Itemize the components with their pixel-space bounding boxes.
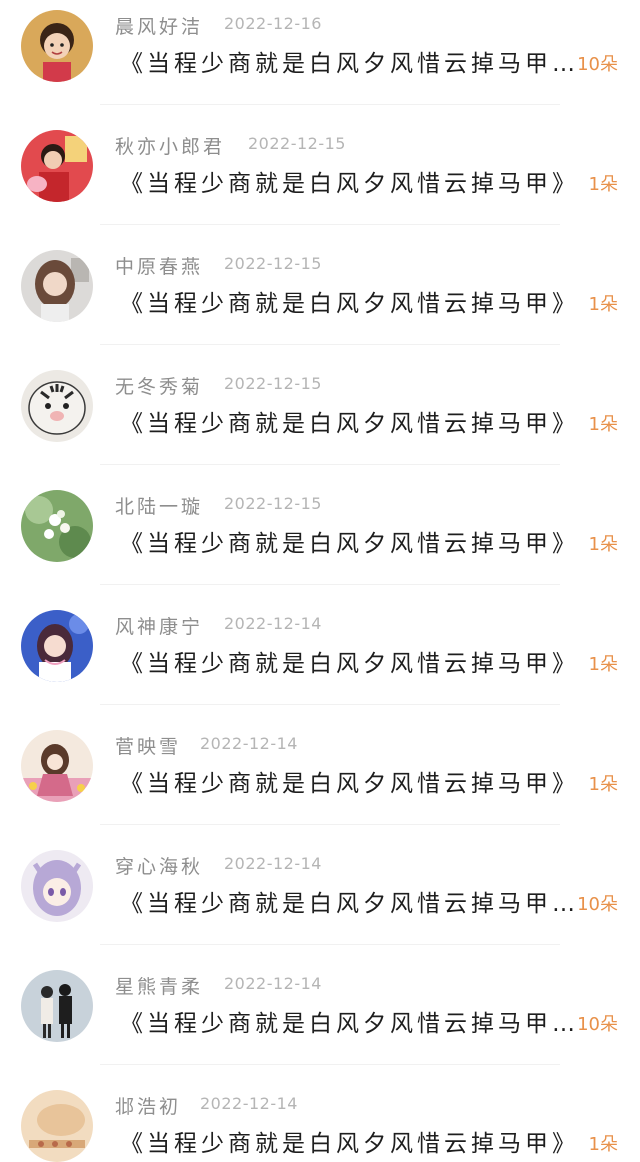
- list-item[interactable]: 星熊青柔 2022-12-14 《当程少商就是白风夕风惜云掉马甲… 10朵: [0, 960, 640, 1080]
- avatar-child-girl-image: [21, 10, 93, 82]
- record-date: 2022-12-15: [224, 254, 322, 273]
- row-divider: [100, 464, 560, 465]
- row-divider: [100, 1064, 560, 1065]
- list-item[interactable]: 风神康宁 2022-12-14 《当程少商就是白风夕风惜云掉马甲》 1朵: [0, 600, 640, 720]
- user-name: 风神康宁: [115, 616, 204, 638]
- record-date: 2022-12-14: [224, 974, 322, 993]
- list-item[interactable]: 无冬秀菊 2022-12-15 《当程少商就是白风夕风惜云掉马甲》 1朵: [0, 360, 640, 480]
- user-name: 晨风好洁: [115, 16, 204, 38]
- row-divider: [100, 704, 560, 705]
- novel-title[interactable]: 《当程少商就是白风夕风惜云掉马甲》: [120, 644, 578, 678]
- flower-count: 1朵: [588, 534, 618, 555]
- avatar[interactable]: [21, 850, 93, 922]
- row-divider: [100, 824, 560, 825]
- flower-count: 1朵: [588, 174, 618, 195]
- record-date: 2022-12-15: [224, 494, 322, 513]
- avatar-warm-illustration-image: [21, 1090, 93, 1162]
- avatar[interactable]: [21, 370, 93, 442]
- user-name: 北陆一璇: [115, 496, 204, 518]
- novel-title[interactable]: 《当程少商就是白风夕风惜云掉马甲》: [120, 764, 578, 798]
- avatar[interactable]: [21, 730, 93, 802]
- list-item[interactable]: 中原春燕 2022-12-15 《当程少商就是白风夕风惜云掉马甲》 1朵: [0, 240, 640, 360]
- flower-count: 10朵: [577, 1014, 618, 1035]
- user-name: 邶浩初: [115, 1096, 182, 1118]
- avatar[interactable]: [21, 130, 93, 202]
- record-date: 2022-12-14: [224, 614, 322, 633]
- novel-title[interactable]: 《当程少商就是白风夕风惜云掉马甲》: [120, 164, 578, 198]
- avatar[interactable]: [21, 970, 93, 1042]
- novel-title[interactable]: 《当程少商就是白风夕风惜云掉马甲》: [120, 1124, 578, 1158]
- list-item[interactable]: 穿心海秋 2022-12-14 《当程少商就是白风夕风惜云掉马甲… 10朵: [0, 840, 640, 960]
- row-divider: [100, 224, 560, 225]
- user-name: 菅映雪: [115, 736, 182, 758]
- avatar[interactable]: [21, 490, 93, 562]
- avatar-tiger-image: [21, 370, 93, 442]
- novel-title[interactable]: 《当程少商就是白风夕风惜云掉马甲》: [120, 524, 578, 558]
- avatar-woman-red-image: [21, 130, 93, 202]
- avatar[interactable]: [21, 10, 93, 82]
- list-item[interactable]: 菅映雪 2022-12-14 《当程少商就是白风夕风惜云掉马甲》 1朵: [0, 720, 640, 840]
- avatar-girl-grey-image: [21, 250, 93, 322]
- flower-count: 1朵: [588, 654, 618, 675]
- row-divider: [100, 344, 560, 345]
- user-name: 无冬秀菊: [115, 376, 204, 398]
- flower-count: 1朵: [588, 1134, 618, 1155]
- avatar-couple-image: [21, 970, 93, 1042]
- novel-title[interactable]: 《当程少商就是白风夕风惜云掉马甲…: [120, 1004, 578, 1038]
- novel-title[interactable]: 《当程少商就是白风夕风惜云掉马甲》: [120, 284, 578, 318]
- avatar[interactable]: [21, 610, 93, 682]
- list-item[interactable]: 北陆一璇 2022-12-15 《当程少商就是白风夕风惜云掉马甲》 1朵: [0, 480, 640, 600]
- flower-count: 10朵: [577, 894, 618, 915]
- avatar-white-flowers-image: [21, 490, 93, 562]
- user-name: 星熊青柔: [115, 976, 204, 998]
- user-name: 穿心海秋: [115, 856, 204, 878]
- avatar-anime-lavender-hair-image: [21, 850, 93, 922]
- row-divider: [100, 944, 560, 945]
- flower-count: 10朵: [577, 54, 618, 75]
- flower-count: 1朵: [588, 414, 618, 435]
- user-name: 中原春燕: [115, 256, 204, 278]
- list-item[interactable]: 晨风好洁 2022-12-16 《当程少商就是白风夕风惜云掉马甲… 10朵: [0, 0, 640, 120]
- novel-title[interactable]: 《当程少商就是白风夕风惜云掉马甲…: [120, 884, 578, 918]
- record-date: 2022-12-15: [224, 374, 322, 393]
- user-name: 秋亦小郎君: [115, 136, 226, 158]
- novel-title[interactable]: 《当程少商就是白风夕风惜云掉马甲》: [120, 404, 578, 438]
- novel-title[interactable]: 《当程少商就是白风夕风惜云掉马甲…: [120, 44, 578, 78]
- record-date: 2022-12-16: [224, 14, 322, 33]
- record-date: 2022-12-14: [200, 734, 298, 753]
- gift-record-list: 晨风好洁 2022-12-16 《当程少商就是白风夕风惜云掉马甲… 10朵 秋亦…: [0, 0, 640, 1162]
- flower-count: 1朵: [588, 294, 618, 315]
- list-item[interactable]: 秋亦小郎君 2022-12-15 《当程少商就是白风夕风惜云掉马甲》 1朵: [0, 120, 640, 240]
- flower-count: 1朵: [588, 774, 618, 795]
- list-item[interactable]: 邶浩初 2022-12-14 《当程少商就是白风夕风惜云掉马甲》 1朵: [0, 1080, 640, 1162]
- avatar[interactable]: [21, 1090, 93, 1162]
- record-date: 2022-12-15: [248, 134, 346, 153]
- row-divider: [100, 584, 560, 585]
- avatar[interactable]: [21, 250, 93, 322]
- row-divider: [100, 104, 560, 105]
- record-date: 2022-12-14: [200, 1094, 298, 1113]
- record-date: 2022-12-14: [224, 854, 322, 873]
- avatar-idol-blue-image: [21, 610, 93, 682]
- avatar-anime-girl-flowers-image: [21, 730, 93, 802]
